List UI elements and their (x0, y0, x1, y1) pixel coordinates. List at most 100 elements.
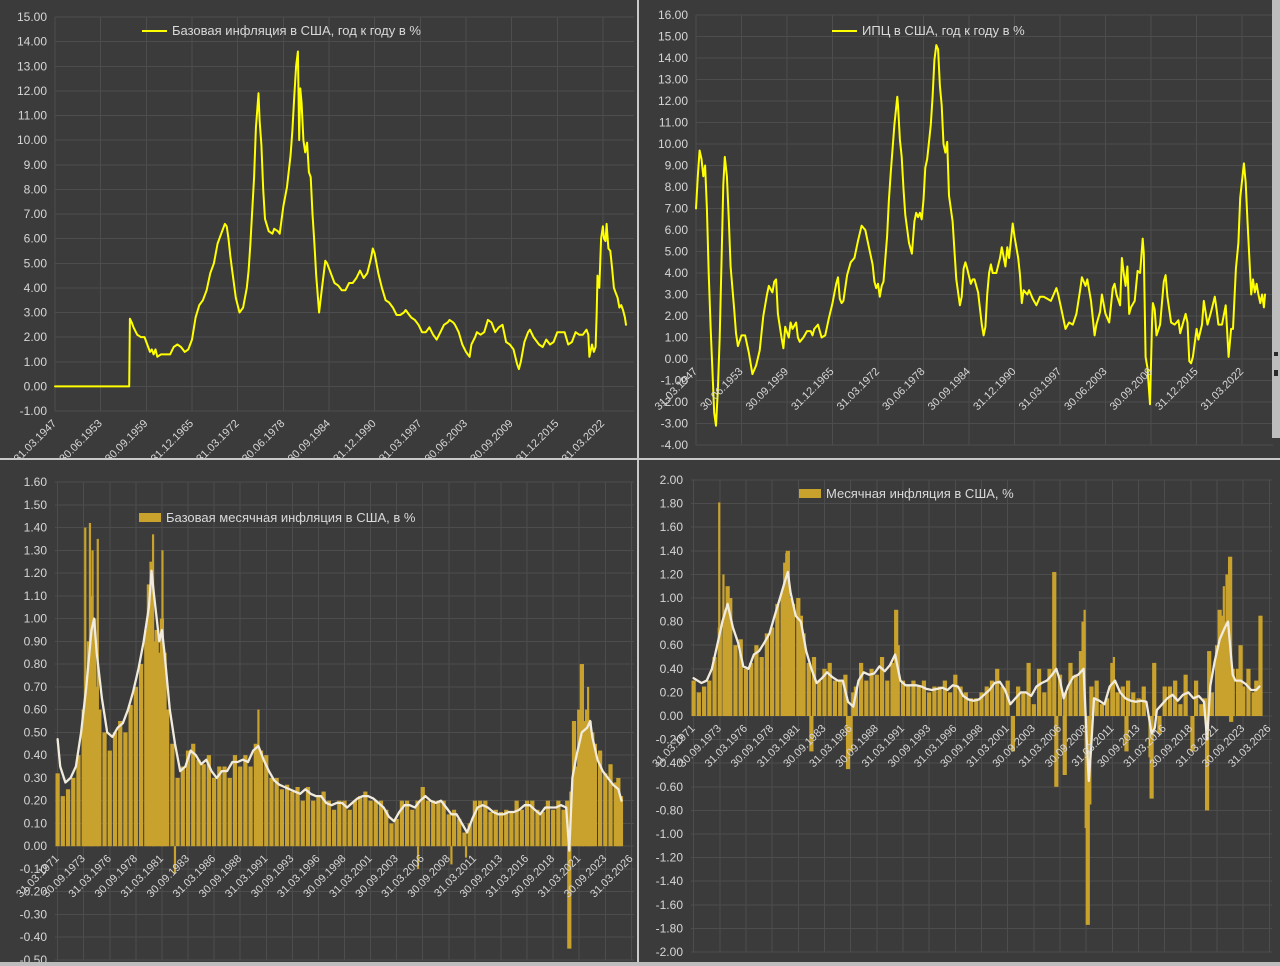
svg-text:30.06.1978: 30.06.1978 (880, 366, 927, 413)
svg-text:5.00: 5.00 (665, 245, 689, 259)
svg-text:11.00: 11.00 (659, 116, 688, 130)
svg-text:1.40: 1.40 (24, 521, 48, 535)
svg-text:31.12.2015: 31.12.2015 (1153, 366, 1200, 413)
sheet-edge-mark (1274, 352, 1278, 356)
svg-text:0.00: 0.00 (24, 839, 48, 853)
svg-text:-0.40: -0.40 (20, 930, 48, 944)
svg-text:30.06.2003: 30.06.2003 (423, 418, 470, 459)
svg-text:1.60: 1.60 (660, 520, 684, 534)
svg-text:31.03.1947: 31.03.1947 (12, 418, 59, 459)
svg-text:1.20: 1.20 (24, 566, 48, 580)
legend-bar-marker (799, 489, 821, 498)
legend-cpi-mom[interactable]: Месячная инфляция в США, % (799, 486, 1014, 501)
svg-text:0.60: 0.60 (24, 703, 48, 717)
svg-text:0.30: 0.30 (24, 771, 48, 785)
svg-text:31.12.1990: 31.12.1990 (331, 418, 378, 459)
svg-text:31.12.1965: 31.12.1965 (789, 366, 836, 413)
svg-text:31.12.1965: 31.12.1965 (149, 418, 196, 459)
legend-core-mom[interactable]: Базовая месячная инфляция в США, в % (139, 510, 415, 525)
svg-text:1.50: 1.50 (24, 498, 48, 512)
svg-text:12.00: 12.00 (658, 94, 688, 108)
svg-text:30.09.1959: 30.09.1959 (744, 366, 791, 413)
svg-text:0.00: 0.00 (665, 352, 689, 366)
svg-text:30.09.2009: 30.09.2009 (468, 418, 515, 459)
svg-text:15.00: 15.00 (658, 30, 688, 44)
svg-text:16.00: 16.00 (658, 8, 688, 22)
svg-text:11.00: 11.00 (18, 109, 47, 123)
sheet-edge-strip-bottom (0, 962, 1280, 966)
svg-text:-0.30: -0.30 (20, 907, 48, 921)
svg-text:-0.60: -0.60 (656, 780, 684, 794)
svg-text:1.00: 1.00 (24, 612, 48, 626)
svg-text:13.00: 13.00 (17, 59, 47, 73)
chart-core-inflation-yoy[interactable]: 15.00 14.00 13.00 12.00 11.00 10.00 9.00 8.00 7.… (0, 0, 638, 459)
svg-text:2.00: 2.00 (24, 330, 48, 344)
legend-label: ИПЦ в США, год к году в % (862, 23, 1025, 38)
legend-bar-marker (139, 513, 161, 522)
svg-text:15.00: 15.00 (17, 10, 47, 24)
svg-text:31.03.1972: 31.03.1972 (835, 366, 882, 413)
svg-text:0.90: 0.90 (24, 634, 48, 648)
svg-text:-1.60: -1.60 (656, 898, 684, 912)
svg-text:0.20: 0.20 (24, 794, 48, 808)
svg-text:12.00: 12.00 (17, 84, 47, 98)
svg-text:0.00: 0.00 (660, 709, 684, 723)
svg-text:2.00: 2.00 (660, 473, 684, 487)
svg-text:14.00: 14.00 (658, 51, 688, 65)
svg-text:1.00: 1.00 (660, 591, 684, 605)
svg-text:-1.40: -1.40 (656, 874, 684, 888)
chart-cpi-mom[interactable]: 2.00 1.80 1.60 1.40 1.20 1.00 0.80 0.60 0.40 0.20… (641, 460, 1280, 966)
legend-cpi-yoy[interactable]: ИПЦ в США, год к году в % (832, 23, 1025, 38)
svg-text:0.20: 0.20 (660, 685, 684, 699)
svg-text:1.80: 1.80 (660, 497, 684, 511)
svg-text:14.00: 14.00 (17, 35, 47, 49)
legend-core-yoy[interactable]: Базовая инфляция в США, год к году в % (142, 23, 421, 38)
svg-text:30.09.1984: 30.09.1984 (926, 366, 973, 413)
chart-canvas-cpi-yoy: 16.00 15.00 14.00 13.00 12.00 11.00 10.00 9.00 8… (653, 8, 1273, 452)
panel-divider-vertical (637, 0, 639, 962)
legend-line-marker (142, 29, 167, 32)
svg-text:0.60: 0.60 (660, 638, 684, 652)
chart-canvas-core-mom: 1.60 1.50 1.40 1.30 1.20 1.10 1.00 0.90 0.80 0.70… (14, 475, 635, 966)
svg-text:0.00: 0.00 (24, 379, 48, 393)
svg-text:30.09.1984: 30.09.1984 (286, 418, 333, 459)
svg-text:13.00: 13.00 (658, 73, 688, 87)
chart-canvas-cpi-mom: 2.00 1.80 1.60 1.40 1.20 1.00 0.80 0.60 0.40 0.20… (650, 473, 1273, 959)
svg-text:1.30: 1.30 (24, 543, 48, 557)
svg-text:9.00: 9.00 (24, 158, 48, 172)
svg-text:30.06.1978: 30.06.1978 (240, 418, 287, 459)
legend-label: Базовая месячная инфляция в США, в % (166, 510, 416, 525)
svg-text:31.03.1997: 31.03.1997 (377, 418, 424, 459)
chart-cpi-yoy[interactable]: 16.00 15.00 14.00 13.00 12.00 11.00 10.00 9.00 8… (641, 0, 1280, 459)
svg-text:0.80: 0.80 (660, 615, 684, 629)
svg-text:31.03.2022: 31.03.2022 (1199, 366, 1246, 413)
svg-text:30.06.1953: 30.06.1953 (57, 418, 104, 459)
svg-text:4.00: 4.00 (665, 266, 689, 280)
svg-text:31.03.2022: 31.03.2022 (560, 418, 607, 459)
chart-canvas-core-yoy: 15.00 14.00 13.00 12.00 11.00 10.00 9.00 8.00 7.… (12, 10, 634, 459)
sheet-edge-mark (1274, 370, 1278, 376)
svg-text:1.40: 1.40 (660, 544, 684, 558)
worksheet: 15.00 14.00 13.00 12.00 11.00 10.00 9.00 8.00 7.… (0, 0, 1280, 966)
svg-text:0.40: 0.40 (24, 748, 48, 762)
svg-text:-1.80: -1.80 (656, 921, 684, 935)
svg-text:-3.00: -3.00 (661, 417, 689, 431)
svg-text:30.09.1959: 30.09.1959 (103, 418, 150, 459)
svg-text:-1.00: -1.00 (656, 827, 684, 841)
chart-core-inflation-mom[interactable]: 1.60 1.50 1.40 1.30 1.20 1.10 1.00 0.90 0.80 0.70… (0, 460, 638, 966)
legend-line-marker (832, 29, 857, 32)
svg-text:3.00: 3.00 (24, 306, 48, 320)
svg-text:1.00: 1.00 (24, 355, 48, 369)
svg-text:1.60: 1.60 (24, 475, 48, 489)
svg-text:7.00: 7.00 (24, 207, 48, 221)
svg-text:30.06.1953: 30.06.1953 (698, 366, 745, 413)
svg-text:5.00: 5.00 (24, 256, 48, 270)
svg-text:30.06.2003: 30.06.2003 (1062, 366, 1109, 413)
svg-text:31.03.1997: 31.03.1997 (1017, 366, 1064, 413)
panel-divider-horizontal (0, 458, 1280, 460)
svg-text:31.12.2015: 31.12.2015 (514, 418, 561, 459)
svg-text:10.00: 10.00 (658, 137, 688, 151)
svg-text:-0.80: -0.80 (656, 803, 684, 817)
legend-label: Базовая инфляция в США, год к году в % (172, 23, 421, 38)
svg-text:31.03.1972: 31.03.1972 (194, 418, 241, 459)
